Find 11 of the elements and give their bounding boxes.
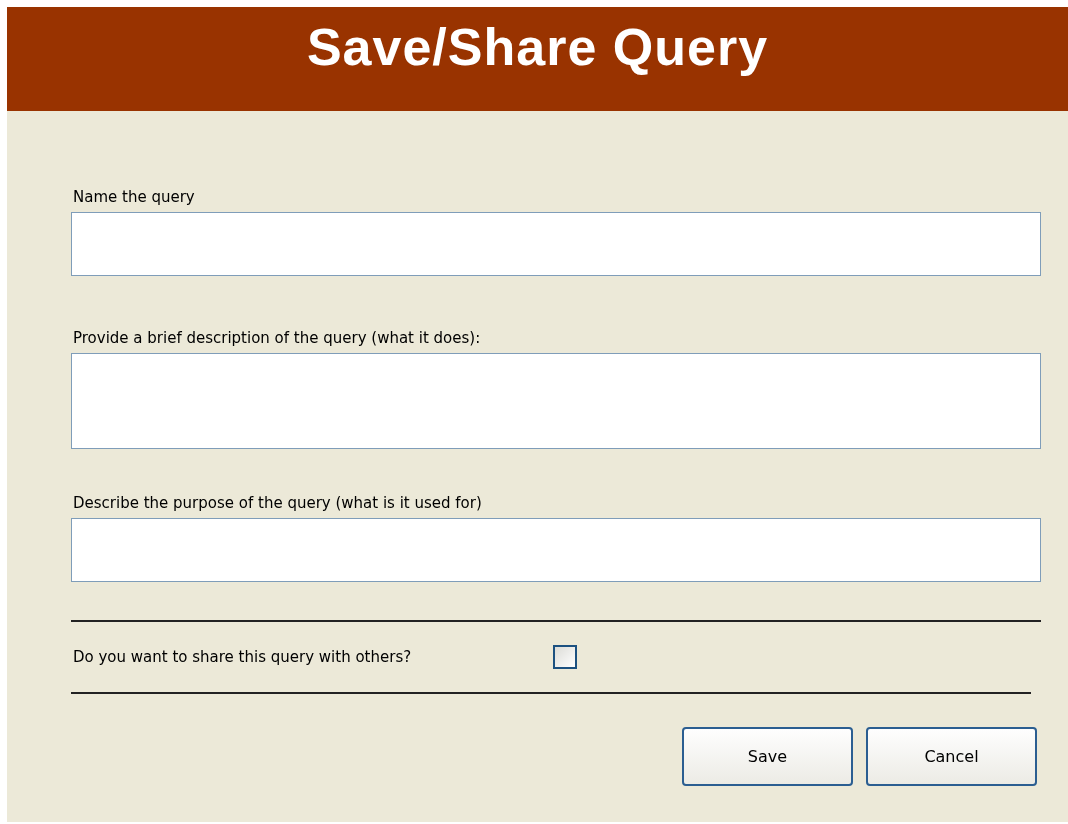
field-label: Provide a brief description of the query (what it does): <box>73 328 482 348</box>
field-label: Describe the purpose of the query (what is it used for) <box>73 493 483 513</box>
share-checkbox[interactable] <box>553 645 577 669</box>
dialog-title: Save/Share Query <box>306 17 769 78</box>
share-label: Do you want to share this query with others? <box>73 648 413 666</box>
cancel-button[interactable]: Cancel <box>866 727 1037 786</box>
input-field[interactable] <box>71 353 1041 449</box>
save-button[interactable]: Save <box>682 727 853 786</box>
input-field[interactable] <box>71 212 1041 276</box>
input-field[interactable] <box>71 518 1041 582</box>
field-label: Name the query <box>73 187 196 207</box>
